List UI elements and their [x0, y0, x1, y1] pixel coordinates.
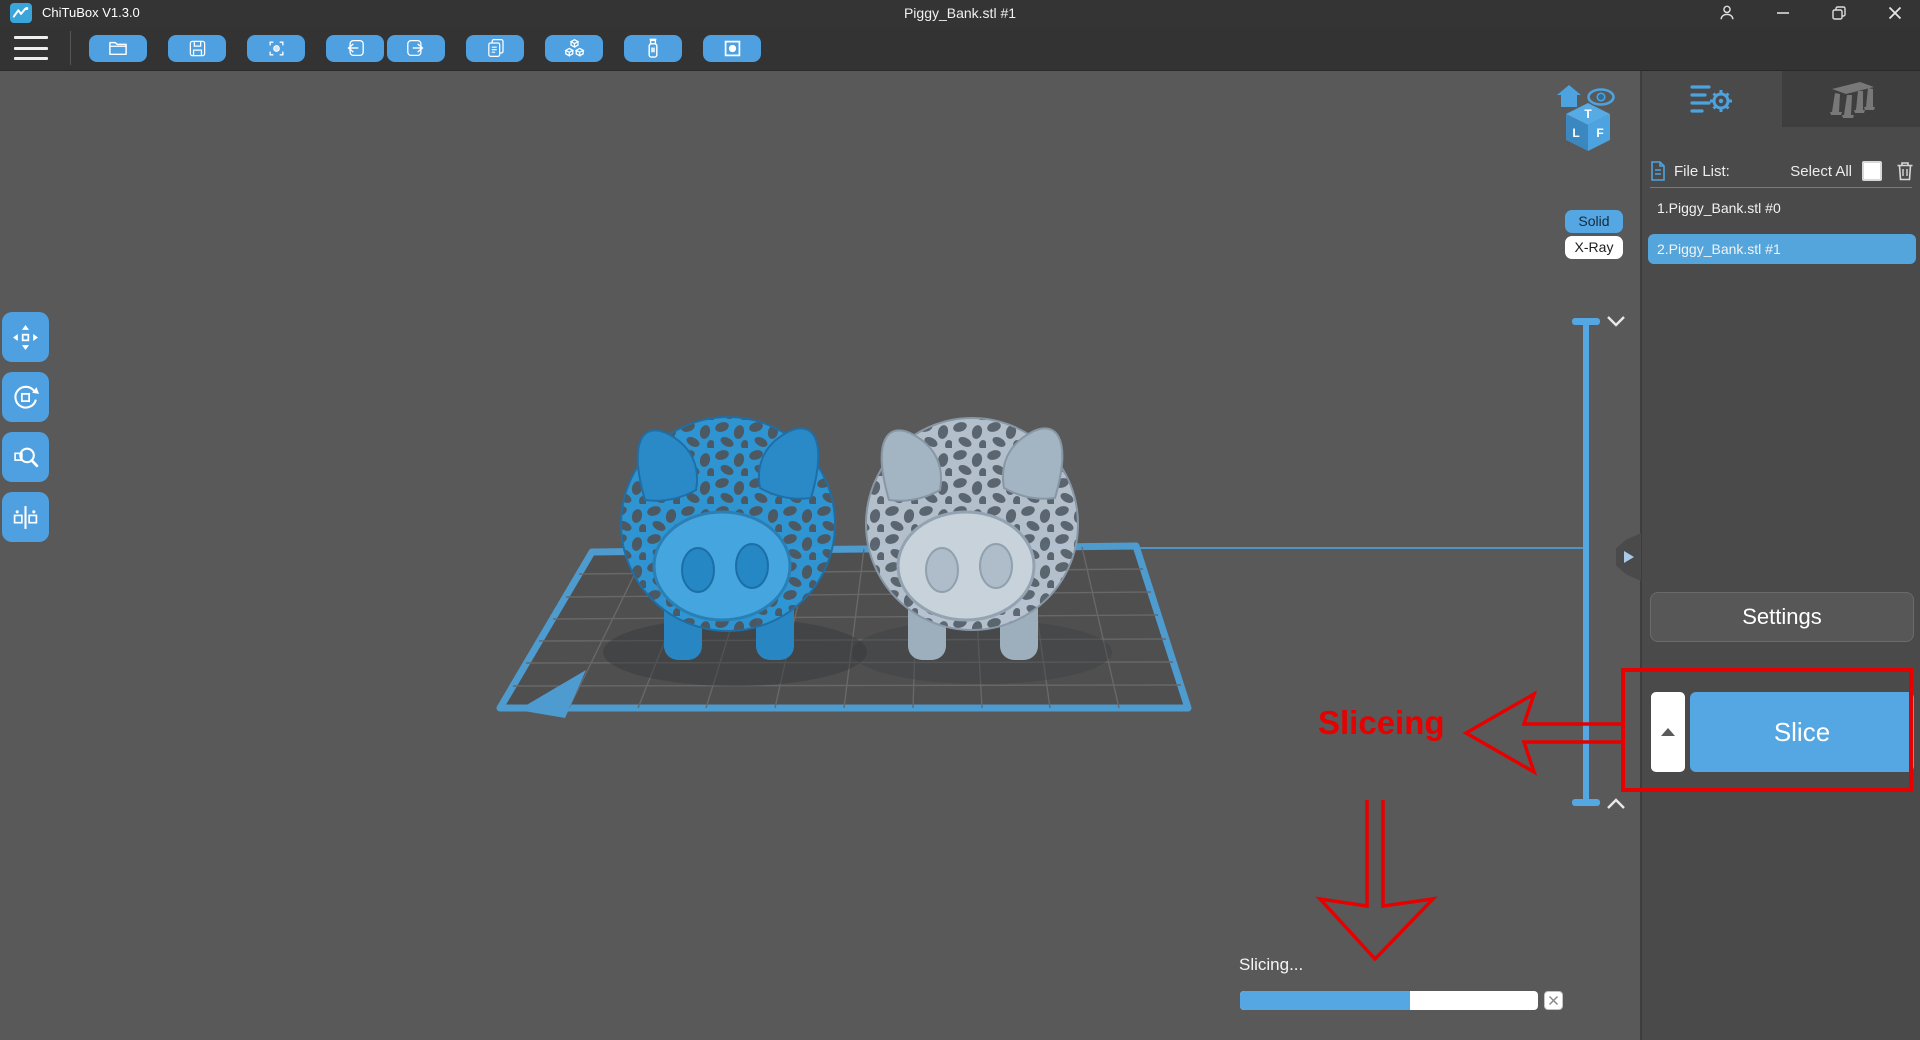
triangle-up-icon: [1661, 728, 1675, 736]
save-file-button[interactable]: [168, 35, 226, 62]
cancel-slicing-button[interactable]: [1544, 991, 1563, 1010]
redo-button[interactable]: [387, 35, 445, 62]
open-folder-icon: [107, 39, 129, 57]
file-icon: [1650, 161, 1666, 181]
auto-arrange-button[interactable]: [545, 35, 603, 62]
slider-top-handle[interactable]: [1572, 318, 1600, 325]
scale-icon: [12, 444, 39, 471]
layer-slider-track[interactable]: [1583, 322, 1589, 802]
cube-face-top-label: T: [1584, 107, 1592, 121]
slice-expand-button[interactable]: [1651, 692, 1685, 772]
close-button[interactable]: [1884, 2, 1906, 24]
screenshot-icon: [723, 39, 742, 58]
menu-icon[interactable]: [14, 36, 50, 60]
mirror-icon: [12, 504, 39, 531]
panel-tabbar: [1642, 71, 1920, 127]
rotate-model-button[interactable]: [2, 372, 49, 422]
resin-bottle-icon: [646, 38, 660, 59]
solid-view-button[interactable]: Solid: [1565, 210, 1623, 233]
select-all-checkbox[interactable]: [1862, 161, 1882, 181]
scale-model-button[interactable]: [2, 432, 49, 482]
document-title: Piggy_Bank.stl #1: [0, 0, 1920, 26]
minimize-button[interactable]: [1772, 2, 1794, 24]
slider-bottom-handle[interactable]: [1572, 799, 1600, 806]
viewport-3d-scene[interactable]: [0, 0, 1640, 1040]
cube-face-left-label: L: [1572, 126, 1579, 140]
tab-support-settings[interactable]: [1782, 71, 1920, 127]
move-icon: [12, 324, 39, 351]
file-list-divider: [1650, 187, 1912, 188]
slicing-status-text: Slicing...: [1239, 955, 1303, 975]
slice-button[interactable]: Slice: [1690, 692, 1914, 772]
copy-icon: [486, 38, 505, 58]
select-all-label: Select All: [1790, 163, 1852, 180]
right-panel: File List: Select All 1.Piggy_Bank.stl #…: [1640, 71, 1920, 1040]
chevron-up-icon[interactable]: [1605, 797, 1627, 816]
view-cube[interactable]: T L F: [1562, 101, 1614, 153]
open-file-button[interactable]: [89, 35, 147, 62]
move-model-button[interactable]: [2, 312, 49, 362]
undo-arrow-icon: [345, 39, 365, 57]
progress-fill: [1240, 991, 1410, 1010]
model-piggy-bank-0[interactable]: [603, 417, 867, 686]
main-toolbar: [0, 26, 1920, 71]
arrange-cubes-icon: [564, 38, 585, 58]
screenshot-button[interactable]: [703, 35, 761, 62]
delete-files-button[interactable]: [1896, 161, 1914, 181]
model-piggy-bank-1[interactable]: [852, 418, 1112, 684]
user-account-icon[interactable]: [1716, 2, 1738, 24]
chevron-down-icon[interactable]: [1605, 314, 1627, 333]
capture-area-button[interactable]: [247, 35, 305, 62]
chitubox-window: ChiTuBox V1.3.0 Piggy_Bank.stl #1: [0, 0, 1920, 1040]
annotation-callout-text: Sliceing: [1318, 704, 1445, 742]
file-list-header: File List: Select All: [1650, 156, 1914, 186]
model-tools: [2, 312, 49, 542]
restore-button[interactable]: [1828, 2, 1850, 24]
redo-arrow-icon: [406, 39, 426, 57]
undo-button[interactable]: [326, 35, 384, 62]
file-list-label: File List:: [1674, 163, 1730, 180]
toolbar-separator: [70, 31, 71, 65]
titlebar: ChiTuBox V1.3.0 Piggy_Bank.stl #1: [0, 0, 1920, 26]
trash-icon: [1896, 161, 1914, 181]
rotate-icon: [12, 384, 39, 411]
xray-view-button[interactable]: X-Ray: [1565, 236, 1623, 259]
file-row-0[interactable]: 1.Piggy_Bank.stl #0: [1648, 193, 1916, 223]
support-settings-icon: [1824, 79, 1880, 119]
capture-frame-icon: [267, 39, 286, 58]
resin-settings-button[interactable]: [624, 35, 682, 62]
cube-face-front-label: F: [1596, 126, 1603, 140]
collapse-arrow-icon: [1623, 550, 1635, 564]
slicing-progress-bar: [1240, 991, 1538, 1010]
tab-slice-settings[interactable]: [1642, 71, 1782, 127]
mirror-model-button[interactable]: [2, 492, 49, 542]
copy-model-button[interactable]: [466, 35, 524, 62]
settings-button[interactable]: Settings: [1650, 592, 1914, 642]
save-icon: [188, 39, 207, 58]
file-row-1-selected[interactable]: 2.Piggy_Bank.stl #1: [1648, 234, 1916, 264]
cancel-x-icon: [1548, 995, 1559, 1006]
slice-settings-icon: [1689, 81, 1735, 117]
